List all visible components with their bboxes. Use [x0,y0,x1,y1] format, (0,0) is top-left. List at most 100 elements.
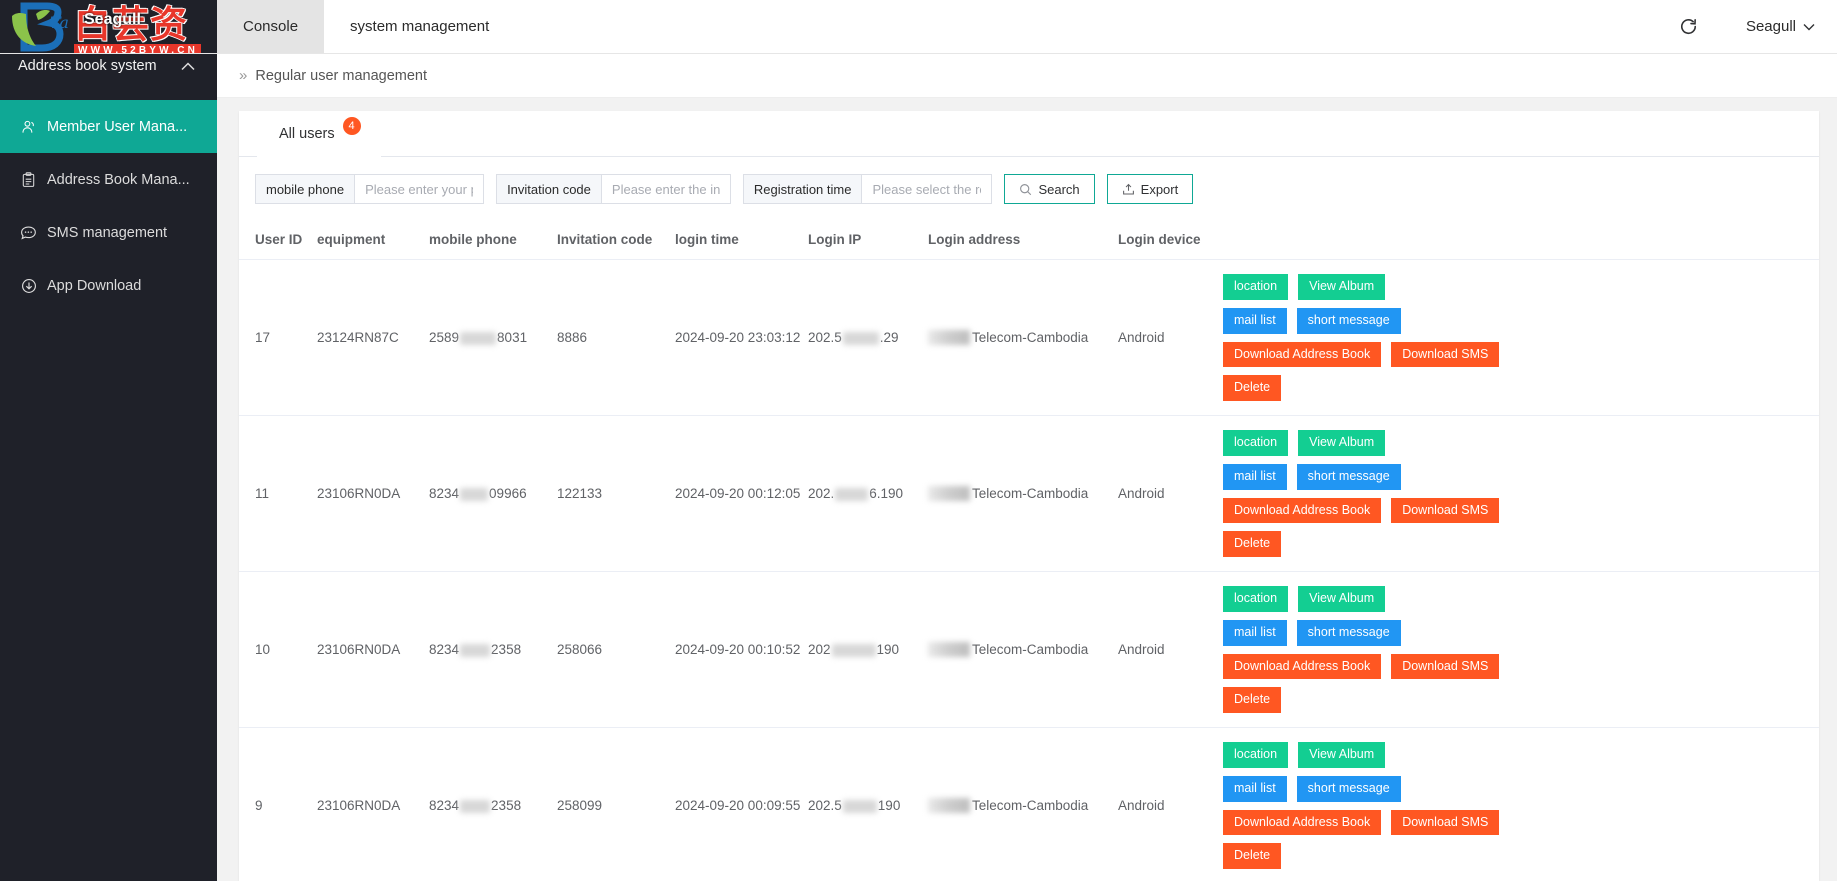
delete-button[interactable]: Delete [1223,531,1282,557]
action-row-1: location View Album [1223,274,1801,300]
body-wrapper: Address book system Member User Mana... [0,54,1837,881]
login-address-text: Telecom-Cambodia [972,485,1089,501]
location-button[interactable]: location [1223,586,1289,612]
download-sms-button[interactable]: Download SMS [1391,653,1500,680]
location-button[interactable]: location [1223,430,1289,456]
cell-mobile-phone: 2589 8031 [429,259,557,416]
status-badge: 4 [342,116,361,135]
delete-button[interactable]: Delete [1223,375,1282,401]
sidebar-item-label: Member User Mana... [47,118,188,135]
tab-system-management[interactable]: system management [324,0,515,53]
action-row-3: Download Address Book Download SMS [1223,809,1801,836]
short-message-button[interactable]: short message [1296,307,1401,334]
row-action-buttons: location View Album mail list short message… [1223,586,1819,713]
mail-list-button[interactable]: mail list [1223,775,1287,802]
sidebar-item-sms-management[interactable]: SMS management [0,206,217,259]
cell-actions: location View Album mail list short message… [1223,727,1819,881]
action-row-2: mail list short message [1223,463,1801,490]
app-root: Ta 白芸资源网 WWW.52BYW.CN Seagull Console sy… [0,0,1837,881]
tab-all-users-label: All users [279,125,335,142]
redaction-block [831,643,876,657]
view-album-button[interactable]: View Album [1298,742,1386,768]
sidebar-item-app-download[interactable]: App Download [0,259,217,312]
cell-login-device: Android [1118,259,1223,416]
download-address-book-button[interactable]: Download Address Book [1223,341,1382,368]
filter-invitation-code-label: Invitation code [496,174,601,204]
refresh-icon [1681,19,1697,35]
watermark-url: WWW.52BYW.CN [74,44,202,53]
view-album-button[interactable]: View Album [1298,586,1386,612]
action-row-2: mail list short message [1223,307,1801,334]
cell-user-id: 11 [239,415,317,572]
sidebar-item-label: App Download [47,277,142,294]
ip-prefix: 202 [808,642,831,657]
cell-invitation-code: 122133 [557,415,675,572]
action-row-4: Delete [1223,531,1801,557]
cell-actions: location View Album mail list short message… [1223,415,1819,572]
delete-button[interactable]: Delete [1223,687,1282,713]
action-row-3: Download Address Book Download SMS [1223,497,1801,524]
action-row-3: Download Address Book Download SMS [1223,653,1801,680]
action-row-1: location View Album [1223,586,1801,612]
user-menu[interactable]: Seagull [1718,18,1815,35]
action-row-2: mail list short message [1223,775,1801,802]
top-bar: Ta 白芸资源网 WWW.52BYW.CN Seagull Console sy… [0,0,1837,54]
view-album-button[interactable]: View Album [1298,430,1386,456]
download-sms-button[interactable]: Download SMS [1391,497,1500,524]
short-message-button[interactable]: short message [1296,463,1401,490]
tab-all-users[interactable]: All users 4 [257,111,381,157]
content-panel: All users 4 mobile phone Invitation code [239,111,1819,881]
search-button[interactable]: Search [1004,174,1095,204]
login-address-text: Telecom-Cambodia [972,641,1089,657]
phone-prefix: 8234 [429,642,460,657]
cell-login-device: Android [1118,727,1223,881]
phone-prefix: 2589 [429,330,460,345]
location-button[interactable]: location [1223,274,1289,300]
download-address-book-button[interactable]: Download Address Book [1223,653,1382,680]
short-message-button[interactable]: short message [1296,775,1401,802]
column-header-actions [1223,220,1819,260]
column-header-mobile-phone: mobile phone [429,220,557,260]
redaction-block [460,643,491,657]
cell-login-ip: 202 190 [808,571,928,728]
mail-list-button[interactable]: mail list [1223,307,1287,334]
short-message-button[interactable]: short message [1296,619,1401,646]
app-logo-icon: Ta [12,2,69,52]
ip-prefix: 202. [808,486,835,501]
filter-mobile-phone: mobile phone [255,174,485,204]
search-input-phone[interactable] [354,174,485,204]
download-sms-button[interactable]: Download SMS [1391,341,1500,368]
redaction-block [928,330,970,346]
sidebar-item-member-user-management[interactable]: Member User Mana... [0,100,217,153]
table-scroll-container[interactable]: User ID equipment mobile phone Invitatio… [239,220,1819,881]
export-button-label: Export [1140,181,1179,197]
export-button[interactable]: Export [1106,174,1194,204]
chevron-down-icon [1803,23,1815,30]
filter-mobile-phone-label: mobile phone [255,174,355,204]
mail-list-button[interactable]: mail list [1223,619,1287,646]
search-input-invitation-code[interactable] [600,174,731,204]
breadcrumb: » Regular user management [217,54,1837,98]
location-button[interactable]: location [1223,742,1289,768]
mail-list-button[interactable]: mail list [1223,463,1287,490]
download-address-book-button[interactable]: Download Address Book [1223,497,1382,524]
search-input-registration-time[interactable] [861,174,993,204]
sidebar-item-label: Address Book Mana... [47,171,190,188]
cell-login-time: 2024-09-20 00:09:55 [675,727,808,881]
cell-equipment: 23106RN0DA [317,415,429,572]
row-action-buttons: location View Album mail list short message… [1223,274,1819,401]
download-sms-button[interactable]: Download SMS [1391,809,1500,836]
download-address-book-button[interactable]: Download Address Book [1223,809,1382,836]
login-address-text: Telecom-Cambodia [972,797,1089,813]
refresh-button[interactable] [1660,0,1718,54]
action-row-2: mail list short message [1223,619,1801,646]
main-area: » Regular user management All users 4 mo… [217,54,1837,881]
cell-login-ip: 202. 6.190 [808,415,928,572]
tab-console[interactable]: Console [217,0,325,53]
view-album-button[interactable]: View Album [1298,274,1386,300]
chevron-up-icon [181,61,195,70]
delete-button[interactable]: Delete [1223,843,1282,869]
sidebar-item-address-book-management[interactable]: Address Book Mana... [0,153,217,206]
filter-registration-time-label: Registration time [742,174,862,204]
cell-equipment: 23106RN0DA [317,571,429,728]
